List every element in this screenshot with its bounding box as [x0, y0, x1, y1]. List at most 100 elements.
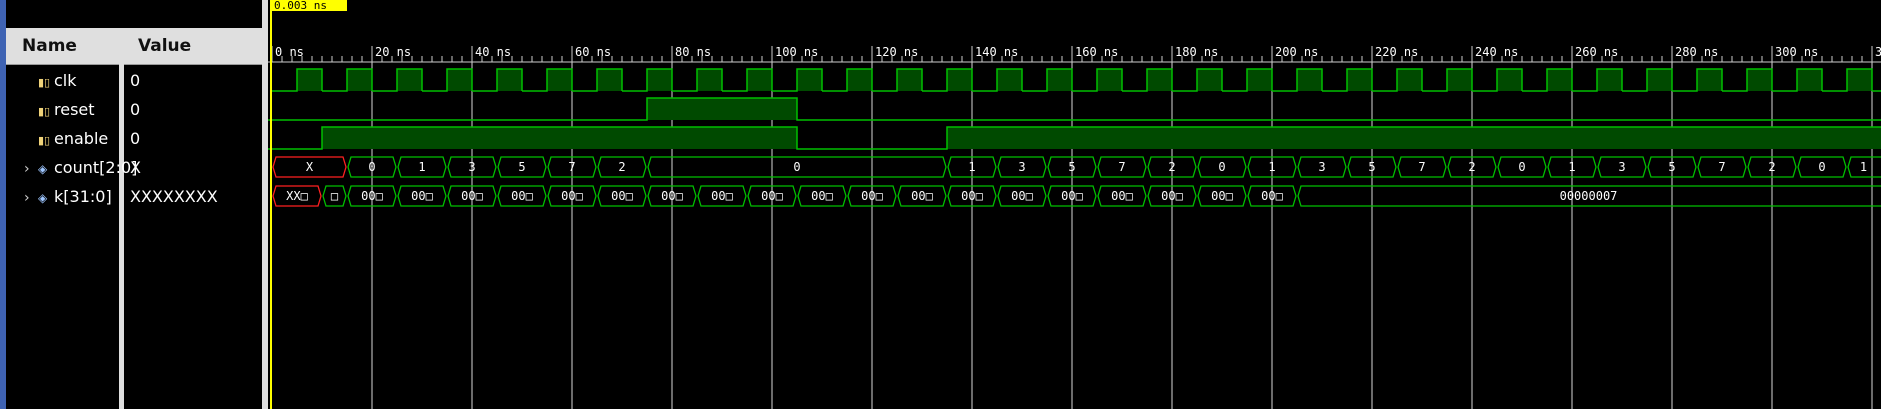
k-segment-label: 00□ [1261, 189, 1283, 203]
clk-high-fill [1697, 69, 1722, 91]
count-segment-label: 7 [1418, 160, 1425, 174]
ruler-label: 220 ns [1375, 45, 1418, 59]
count-segment-label: 0 [1818, 160, 1825, 174]
k-segment-label: 00□ [411, 189, 433, 203]
expand-chevron-icon[interactable]: › [24, 184, 32, 213]
signal-row-count[interactable]: › ◈ count[2:0] X [6, 153, 262, 182]
count-segment-label: 2 [618, 160, 625, 174]
count-segment-label: 5 [1668, 160, 1675, 174]
reset-waveform [268, 97, 1881, 121]
signal-name-cell: › ◈ k[31:0] [24, 182, 112, 211]
signal-value: XXXXXXXX [130, 187, 218, 206]
signal-row-k[interactable]: › ◈ k[31:0] XXXXXXXX [6, 182, 262, 211]
enable-high-fill [947, 127, 1881, 149]
signal-name: count[2:0] [54, 158, 138, 177]
signal-value: 0 [130, 100, 141, 119]
k-segment-label: 00□ [1011, 189, 1033, 203]
k-segment-label: 00□ [911, 189, 933, 203]
clk-high-fill [547, 69, 572, 91]
clk-high-fill [1447, 69, 1472, 91]
cursor-label: 0.003 ns [274, 0, 327, 12]
count-segment-label: 5 [518, 160, 525, 174]
ruler-label: 240 ns [1475, 45, 1518, 59]
count-segment-label: 0 [793, 160, 800, 174]
clk-high-fill [497, 69, 522, 91]
ruler-label: 60 ns [575, 45, 611, 59]
k-segment-label: 00□ [461, 189, 483, 203]
k-segment-label: 00000007 [1560, 189, 1618, 203]
count-segment-label: 1 [968, 160, 975, 174]
clk-high-fill [1097, 69, 1122, 91]
value-column-header[interactable]: Value [128, 28, 262, 64]
clk-high-fill [997, 69, 1022, 91]
clk-high-fill [1547, 69, 1572, 91]
ruler-label: 160 ns [1075, 45, 1118, 59]
k-segment-label: 00□ [711, 189, 733, 203]
k-segment-label: XX□ [286, 189, 308, 203]
clk-high-fill [1597, 69, 1622, 91]
count-segment-label: 3 [1618, 160, 1625, 174]
k-segment-label: 00□ [1161, 189, 1183, 203]
signal-name: clk [54, 71, 77, 90]
ruler-label: 180 ns [1175, 45, 1218, 59]
ruler-label: 40 ns [475, 45, 511, 59]
k-segment-label: 00□ [561, 189, 583, 203]
clk-high-fill [647, 69, 672, 91]
signal-row-enable[interactable]: ▮▯ enable 0 [6, 124, 262, 153]
ruler-label: 260 ns [1575, 45, 1618, 59]
ruler-label: 0 ns [275, 45, 304, 59]
clk-high-fill [697, 69, 722, 91]
count-segment-label: 7 [568, 160, 575, 174]
signal-row-clk[interactable]: ▮▯ clk 0 [6, 66, 262, 95]
count-segment-label: 2 [1768, 160, 1775, 174]
clk-high-fill [397, 69, 422, 91]
count-segment-label: 7 [1118, 160, 1125, 174]
k-segment-label: 00□ [361, 189, 383, 203]
waveform-canvas[interactable]: 0 ns 20 ns 40 ns 60 ns 80 ns 100 ns 120 ns 140 … [268, 0, 1881, 409]
count-segment-label: 0 [1218, 160, 1225, 174]
count-segment-label: 5 [1368, 160, 1375, 174]
count-segment-label: 2 [1168, 160, 1175, 174]
clk-high-fill [447, 69, 472, 91]
clk-high-fill [897, 69, 922, 91]
clk-high-fill [297, 69, 322, 91]
signal-name: k[31:0] [54, 187, 112, 206]
signal-name: enable [54, 129, 109, 148]
signal-name-cell: ▮▯ reset [24, 95, 95, 124]
clk-high-fill [847, 69, 872, 91]
ruler-label: 300 ns [1775, 45, 1818, 59]
signal-icon: ▮▯ [38, 76, 51, 89]
clk-high-fill [347, 69, 372, 91]
count-segment-label: 7 [1718, 160, 1725, 174]
bus-icon: ◈ [38, 162, 48, 176]
enable-high-fill [322, 127, 797, 149]
k-segment-label: □ [331, 189, 338, 203]
k-segment-label: 00□ [961, 189, 983, 203]
count-segment-label: 1 [1860, 160, 1867, 174]
count-segment-label: 3 [468, 160, 475, 174]
clk-high-fill [1197, 69, 1222, 91]
ruler-label: 20 ns [375, 45, 411, 59]
bus-icon: ◈ [38, 191, 48, 205]
signal-name-cell: ▮▯ clk [24, 66, 77, 95]
signal-row-reset[interactable]: ▮▯ reset 0 [6, 95, 262, 124]
expand-chevron-icon[interactable]: › [24, 155, 32, 184]
clk-high-fill [1397, 69, 1422, 91]
count-segment-label: 3 [1018, 160, 1025, 174]
signal-name-cell: ▮▯ enable [24, 124, 108, 153]
signal-icon: ▮▯ [38, 134, 51, 147]
count-segment-label: 0 [1518, 160, 1525, 174]
ruler-label: 280 ns [1675, 45, 1718, 59]
clk-high-fill [1747, 69, 1772, 91]
ruler-label: 3 [1875, 45, 1881, 59]
signal-name: reset [54, 100, 95, 119]
clk-high-fill [1247, 69, 1272, 91]
k-segment-label: 00□ [861, 189, 883, 203]
name-column-header[interactable]: Name [6, 28, 120, 64]
clk-high-fill [1297, 69, 1322, 91]
ruler-label: 80 ns [675, 45, 711, 59]
clk-high-fill [1647, 69, 1672, 91]
clk-high-fill [597, 69, 622, 91]
count-segment-label: X [306, 160, 314, 174]
k-segment-label: 00□ [811, 189, 833, 203]
